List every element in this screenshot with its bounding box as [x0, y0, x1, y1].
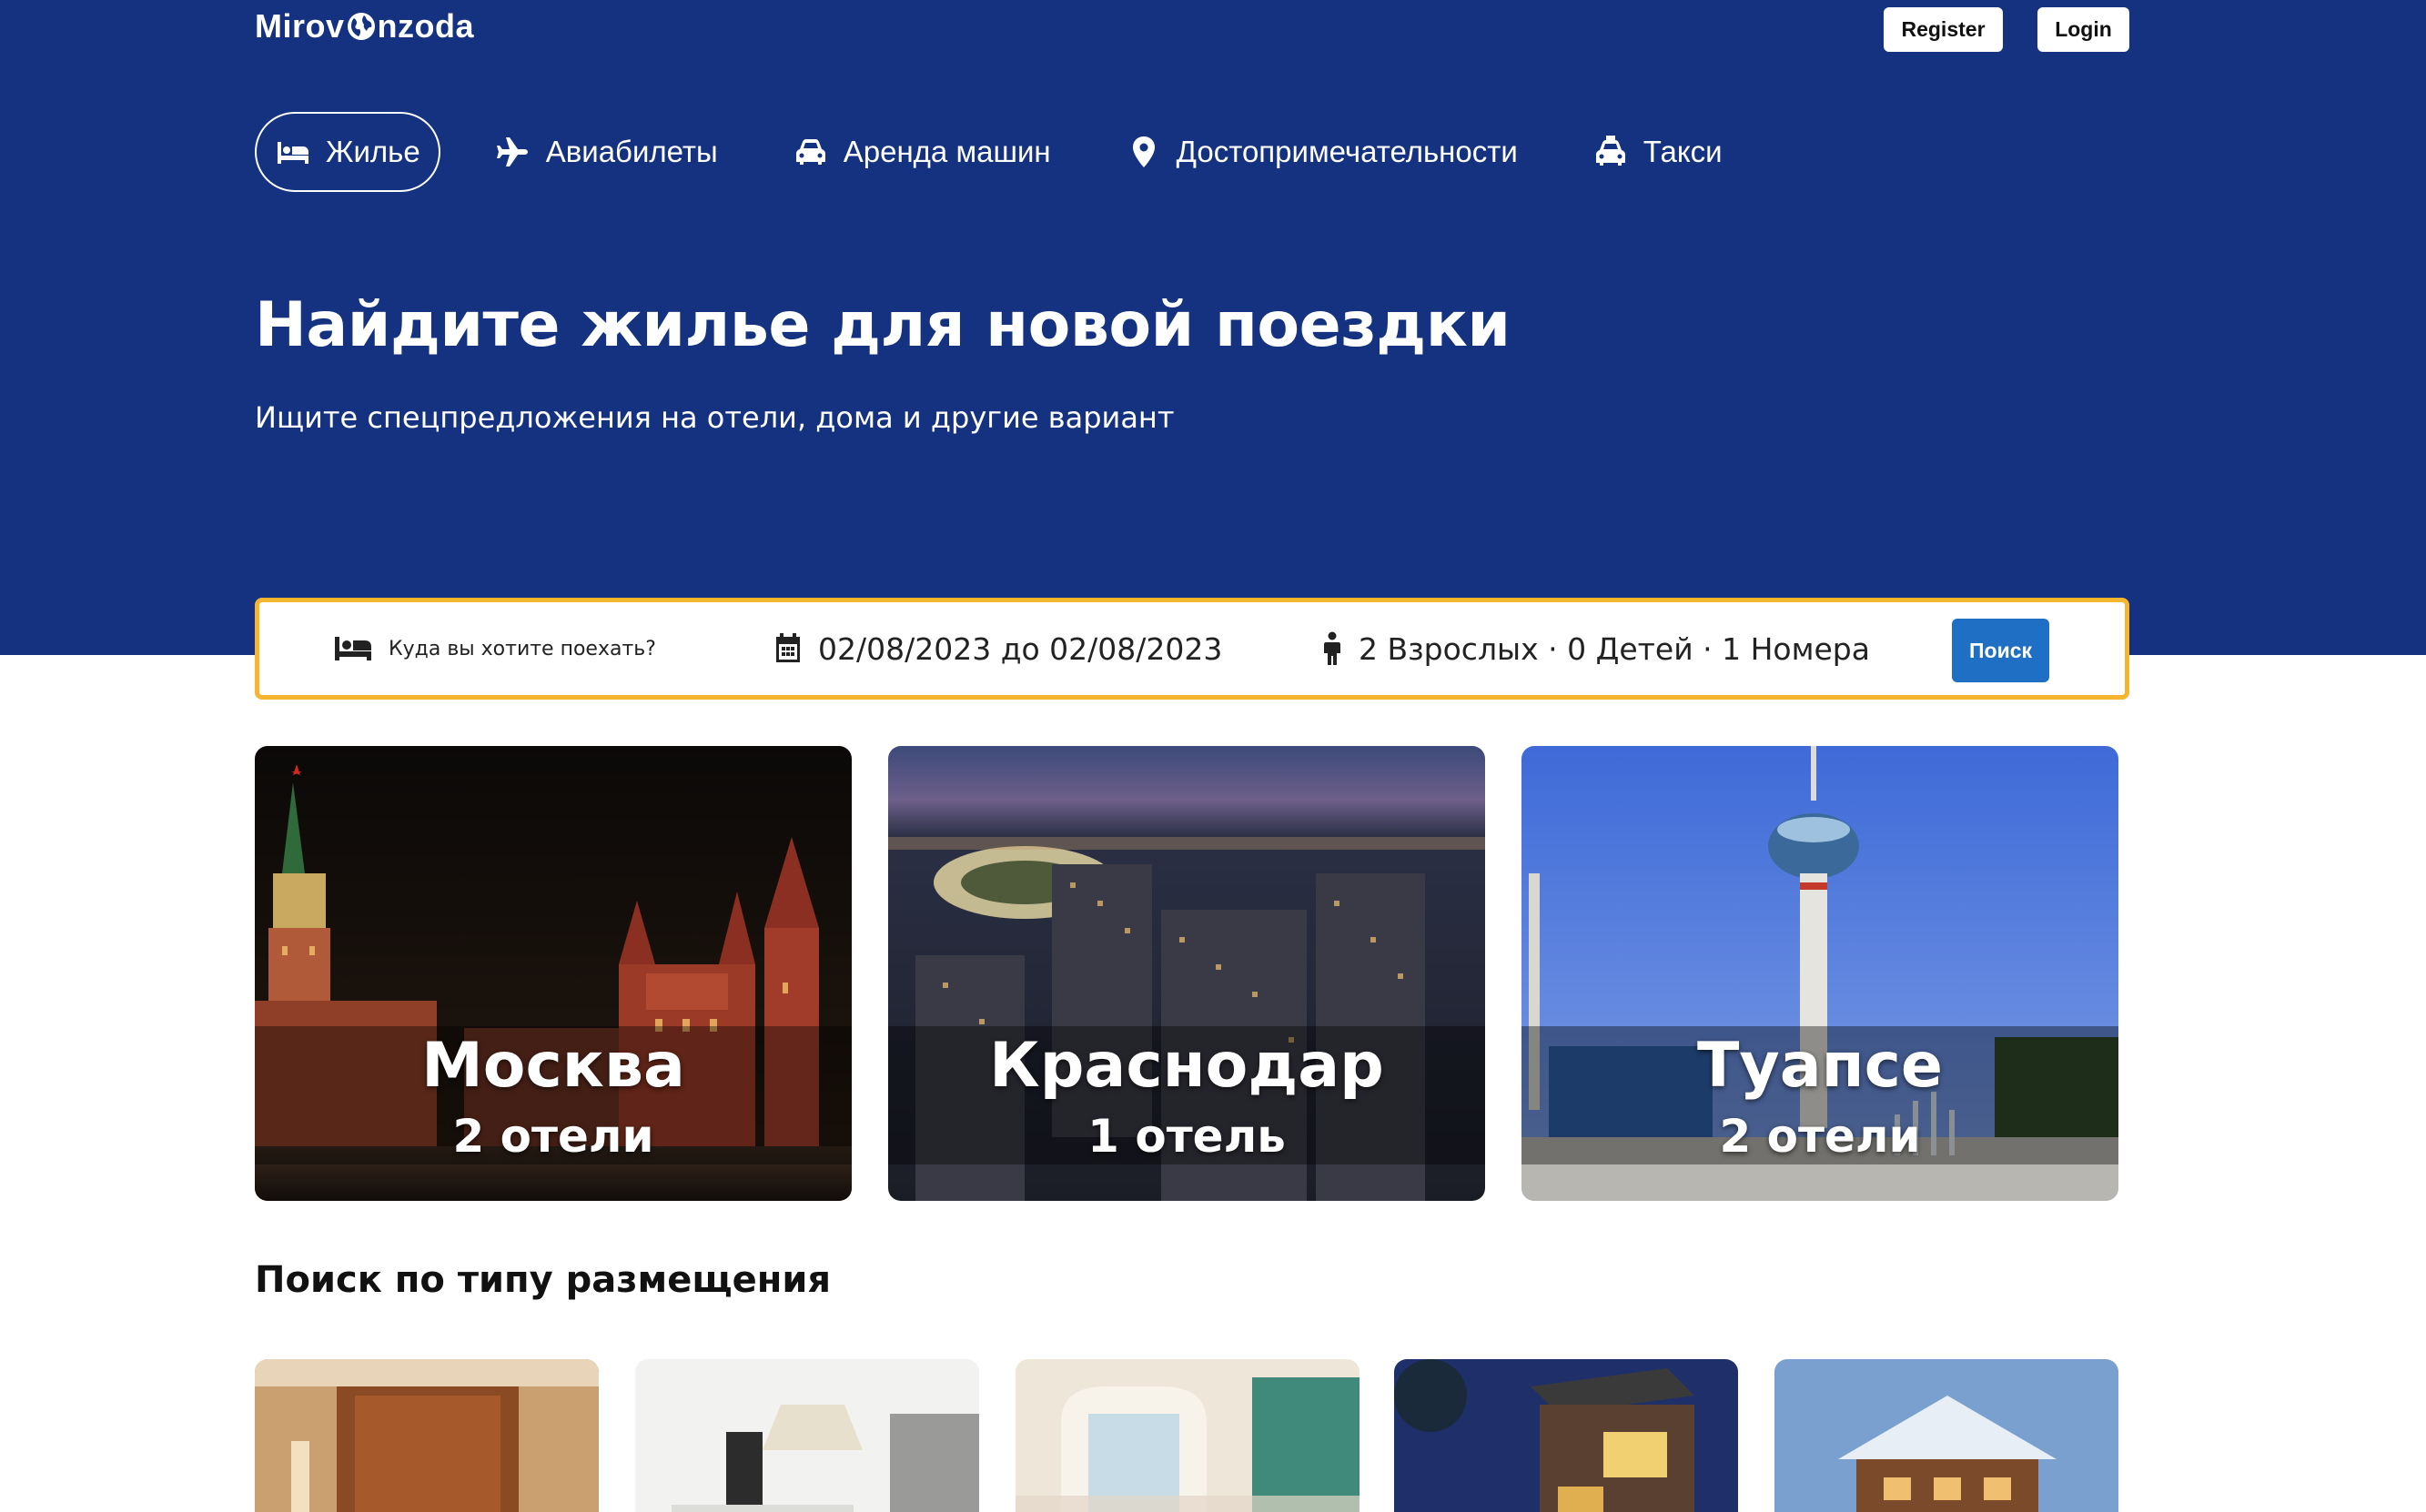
date-range-field[interactable]: 02/08/2023 до 02/08/2023: [774, 602, 1222, 695]
nav-item-stays[interactable]: Жилье: [255, 112, 440, 192]
property-type-card-hotel[interactable]: [255, 1359, 599, 1512]
top-bar: Mirov nzoda Register Login: [255, 0, 2129, 60]
property-photo: [635, 1359, 979, 1512]
bed-icon: [278, 142, 308, 164]
auth-buttons: Register Login: [1884, 7, 2129, 52]
property-type-card-resort[interactable]: [1016, 1359, 1360, 1512]
city-hotel-count: 1 отель: [1087, 1110, 1286, 1163]
property-photo: [1394, 1359, 1738, 1512]
city-name: Москва: [421, 1030, 685, 1102]
nav-item-attractions[interactable]: Достопримечательности: [1106, 112, 1538, 192]
nav-item-label: Авиабилеты: [545, 135, 718, 168]
map-pin-icon: [1132, 136, 1155, 167]
city-card-krasnodar[interactable]: Краснодар 1 отель: [888, 746, 1485, 1201]
property-photo: [1016, 1359, 1360, 1512]
property-type-card-cabin[interactable]: [1774, 1359, 2118, 1512]
guests-value: 2 Взрослых · 0 Детей · 1 Номера: [1359, 630, 1870, 667]
property-photo: [255, 1359, 599, 1512]
city-card-tuapse[interactable]: Туапсе 2 отели: [1521, 746, 2118, 1201]
property-photo: [1774, 1359, 2118, 1512]
taxi-icon: [1595, 136, 1625, 166]
search-button[interactable]: Поиск: [1952, 619, 2049, 682]
nav-item-label: Жилье: [326, 135, 420, 168]
property-type-card-villa[interactable]: [1394, 1359, 1738, 1512]
nav-item-label: Такси: [1643, 135, 1723, 168]
login-button[interactable]: Login: [2037, 7, 2129, 52]
main-nav: Жилье Авиабилеты Аренда машин Достоприме…: [255, 111, 2129, 193]
nav-item-car-rental[interactable]: Аренда машин: [773, 112, 1071, 192]
logo-text-left: Mirov: [255, 7, 345, 45]
destination-field[interactable]: Куда вы хотите поехать?: [334, 602, 656, 695]
date-range-value: 02/08/2023 до 02/08/2023: [818, 630, 1223, 667]
guests-field[interactable]: 2 Взрослых · 0 Детей · 1 Номера: [1322, 602, 1870, 695]
globe-icon: [347, 13, 375, 40]
bed-icon: [335, 637, 371, 660]
logo[interactable]: Mirov nzoda: [255, 7, 474, 45]
person-icon: [1324, 631, 1340, 665]
city-name: Туапсе: [1696, 1030, 1943, 1102]
section-title-property-types: Поиск по типу размещения: [255, 1259, 832, 1301]
logo-text-right: nzoda: [377, 7, 475, 45]
city-hotel-count: 2 отели: [452, 1110, 654, 1163]
property-type-card-apartment[interactable]: [635, 1359, 979, 1512]
car-icon: [795, 139, 825, 165]
hero-subtitle: Ищите спецпредложения на отели, дома и д…: [255, 400, 1175, 435]
nav-item-label: Достопримечательности: [1176, 135, 1518, 168]
register-button[interactable]: Register: [1884, 7, 2003, 52]
plane-icon: [496, 137, 528, 166]
calendar-icon: [776, 633, 800, 662]
city-hotel-count: 2 отели: [1719, 1110, 1921, 1163]
nav-item-flights[interactable]: Авиабилеты: [475, 112, 738, 192]
city-card-moscow[interactable]: Москва 2 отели: [255, 746, 852, 1201]
nav-item-taxi[interactable]: Такси: [1572, 112, 1743, 192]
nav-item-label: Аренда машин: [843, 135, 1051, 168]
search-bar: Куда вы хотите поехать? 02/08/2023 до 02…: [255, 598, 2129, 700]
destination-placeholder: Куда вы хотите поехать?: [389, 637, 656, 660]
city-name: Краснодар: [989, 1030, 1384, 1102]
hero-title: Найдите жилье для новой поездки: [255, 289, 1511, 361]
